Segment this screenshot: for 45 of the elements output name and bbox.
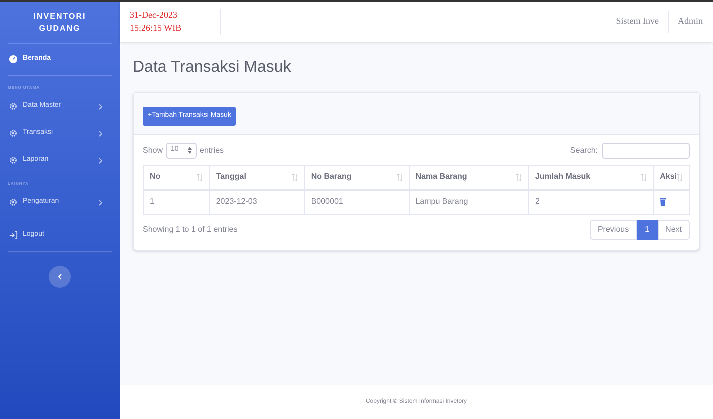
date-text: 31-Dec-2023 bbox=[130, 9, 178, 22]
topbar-link[interactable]: Sistem Inve bbox=[607, 11, 668, 33]
trash-icon[interactable] bbox=[660, 198, 666, 206]
chevron-icon bbox=[99, 130, 103, 136]
table-cell: 1 bbox=[144, 190, 210, 214]
chevron-left-icon bbox=[58, 274, 62, 280]
sort-icon bbox=[677, 174, 683, 181]
sort-icon bbox=[396, 174, 403, 181]
chevron-icon bbox=[99, 104, 103, 110]
column-header[interactable]: No bbox=[144, 165, 210, 190]
table-cell: B000001 bbox=[304, 190, 410, 214]
pagination-button[interactable]: Previous bbox=[590, 220, 638, 240]
brand-title: INVENTORI GUDANG bbox=[32, 10, 88, 34]
time-text: 15:26:15 WIB bbox=[130, 22, 182, 35]
logout-icon bbox=[9, 230, 18, 240]
gear-icon bbox=[9, 156, 18, 165]
pagination-button[interactable]: 1 bbox=[637, 220, 658, 240]
sort-icon bbox=[641, 174, 648, 181]
column-header[interactable]: No Barang bbox=[304, 165, 410, 190]
gear-icon bbox=[9, 129, 18, 138]
column-header[interactable]: Tanggal bbox=[210, 165, 305, 190]
sort-icon bbox=[292, 174, 298, 181]
table-cell: 2023-12-03 bbox=[210, 190, 305, 214]
pagination-button[interactable]: Next bbox=[658, 220, 690, 240]
topbar-link[interactable]: Admin bbox=[668, 11, 703, 33]
gear-icon bbox=[9, 198, 18, 207]
search-label: Search: bbox=[570, 144, 598, 156]
column-header[interactable]: Aksi bbox=[654, 165, 690, 190]
gear-icon bbox=[9, 102, 18, 111]
chevron-icon bbox=[99, 200, 103, 206]
gauge-icon bbox=[9, 55, 18, 64]
search-field[interactable] bbox=[602, 142, 690, 158]
column-header[interactable]: Jumlah Masuk bbox=[528, 165, 654, 190]
show-label: Show bbox=[143, 144, 164, 156]
entries-label: entries bbox=[200, 144, 224, 156]
page-title: Data Transaksi Masuk bbox=[133, 58, 292, 78]
table-cell: 2 bbox=[528, 190, 654, 214]
chevron-icon bbox=[99, 158, 103, 164]
column-header[interactable]: Nama Barang bbox=[409, 165, 529, 190]
sort-icon bbox=[516, 174, 522, 181]
table-cell: Lampu Barang bbox=[409, 190, 529, 214]
sort-caret-icon bbox=[188, 147, 192, 154]
sort-icon bbox=[197, 174, 204, 181]
sidebar-toggle-button[interactable] bbox=[49, 266, 71, 288]
table-info: Showing 1 to 1 of 1 entries bbox=[143, 224, 238, 236]
